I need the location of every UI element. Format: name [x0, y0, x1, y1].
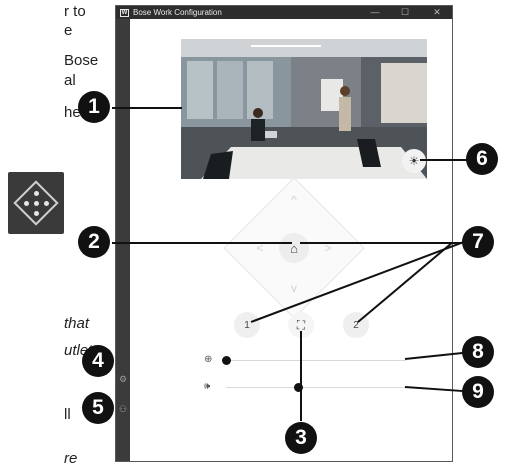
brightness-icon: ☀ — [408, 154, 420, 168]
callout-line-3 — [300, 331, 302, 421]
callout-badge-7: 7 — [462, 226, 494, 258]
doc-text-line: e — [64, 22, 73, 39]
preset-1-button[interactable]: 1 — [234, 312, 260, 338]
speaker-volume-icon: 🕪 — [204, 381, 211, 392]
dpad-illustration-dot — [24, 201, 29, 206]
pan-down-icon[interactable]: v — [287, 282, 301, 294]
callout-badge-2: 2 — [78, 226, 110, 258]
callout-line-6 — [420, 159, 468, 161]
callout-line-7a — [300, 242, 462, 244]
brightness-button[interactable]: ☀ — [402, 149, 426, 173]
callout-line-2 — [112, 242, 292, 244]
dpad-illustration-icon — [8, 172, 64, 234]
app-window: W Bose Work Configuration — ☐ ✕ ⚙ ⚇ ☀ ^ … — [115, 5, 453, 462]
callout-badge-4: 4 — [82, 345, 114, 377]
doc-text-line: ll — [64, 406, 71, 423]
camera-preview: ☀ — [181, 39, 427, 179]
callout-badge-1: 1 — [78, 91, 110, 123]
maximize-button[interactable]: ☐ — [396, 6, 414, 19]
conference-room-image — [181, 39, 427, 179]
doc-text-line: re — [64, 450, 78, 465]
callout-badge-6: 6 — [466, 143, 498, 175]
zoom-slider-track[interactable] — [226, 360, 406, 361]
dpad-illustration-dot — [34, 211, 39, 216]
app-logo-icon: W — [120, 8, 129, 17]
doc-text-line: Bose — [64, 52, 99, 69]
minimize-button[interactable]: — — [366, 6, 384, 19]
close-button[interactable]: ✕ — [428, 6, 446, 19]
dpad-illustration-dot — [44, 201, 49, 206]
doc-text-line: al — [64, 72, 76, 89]
callout-badge-8: 8 — [462, 336, 494, 368]
title-bar: W Bose Work Configuration — ☐ ✕ — [116, 6, 452, 19]
callout-line-1 — [112, 107, 182, 109]
dpad-illustration-dot — [34, 191, 39, 196]
settings-gear-icon[interactable]: ⚙ — [118, 374, 128, 384]
window-title: Bose Work Configuration — [133, 8, 222, 17]
dpad-illustration-dot — [34, 201, 39, 206]
callout-badge-3: 3 — [285, 422, 317, 454]
callout-badge-5: 5 — [82, 392, 114, 424]
side-rail: ⚙ ⚇ — [116, 19, 130, 461]
zoom-slider-thumb[interactable] — [221, 356, 231, 365]
pan-up-icon[interactable]: ^ — [287, 194, 301, 206]
callout-badge-9: 9 — [462, 376, 494, 408]
volume-slider-track[interactable] — [226, 387, 406, 388]
doc-text-line: r to — [64, 3, 86, 20]
doc-text-line: that — [64, 315, 90, 332]
zoom-icon: ⊕ — [204, 354, 213, 365]
home-button[interactable]: ⌂ — [279, 233, 309, 263]
user-account-icon[interactable]: ⚇ — [118, 404, 128, 414]
